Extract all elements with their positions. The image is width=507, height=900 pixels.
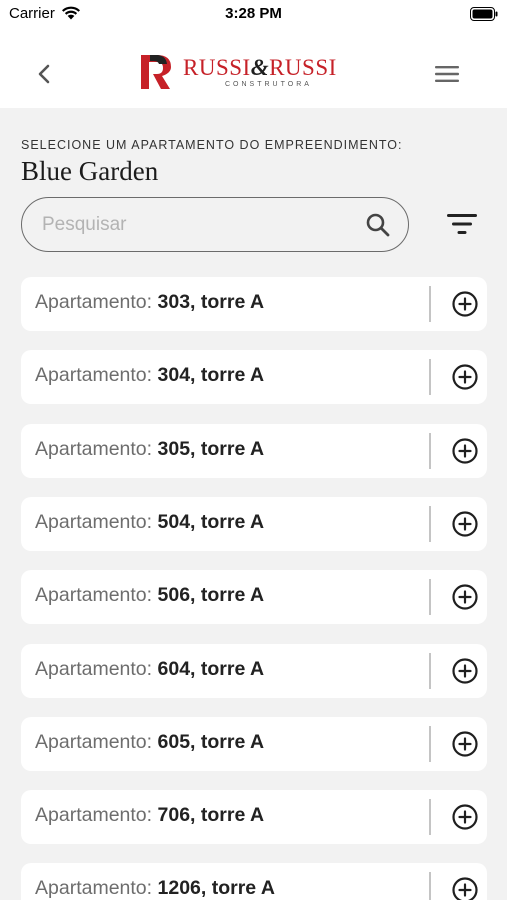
divider: [429, 799, 431, 835]
plus-circle-icon: [452, 584, 478, 610]
apartment-label: Apartamento: 1206, torre A: [35, 877, 275, 900]
apartment-list-item[interactable]: Apartamento: 605, torre A: [21, 717, 487, 771]
apartment-label-prefix: Apartamento:: [35, 584, 153, 606]
apartment-label-prefix: Apartamento:: [35, 877, 153, 899]
apartment-list-item[interactable]: Apartamento: 1206, torre A: [21, 863, 487, 900]
divider: [429, 433, 431, 469]
status-bar: Carrier 3:28 PM: [0, 0, 507, 30]
add-apartment-button[interactable]: [451, 657, 479, 685]
apartment-label: Apartamento: 303, torre A: [35, 291, 264, 314]
divider: [429, 359, 431, 395]
plus-circle-icon: [452, 364, 478, 390]
divider: [429, 286, 431, 322]
add-apartment-button[interactable]: [451, 363, 479, 391]
apartment-number: 303, torre A: [157, 291, 265, 313]
apartment-list-item[interactable]: Apartamento: 604, torre A: [21, 644, 487, 698]
divider: [429, 872, 431, 900]
hamburger-menu-icon: [435, 66, 459, 82]
logo-mark-icon: [141, 55, 171, 89]
add-apartment-button[interactable]: [451, 803, 479, 831]
divider: [429, 506, 431, 542]
apartment-label-prefix: Apartamento:: [35, 364, 153, 386]
add-apartment-button[interactable]: [451, 510, 479, 538]
apartment-label-prefix: Apartamento:: [35, 804, 153, 826]
apartment-number: 1206, torre A: [157, 877, 275, 899]
apartment-label: Apartamento: 504, torre A: [35, 511, 264, 534]
apartment-number: 304, torre A: [157, 364, 265, 386]
apartment-list-item[interactable]: Apartamento: 504, torre A: [21, 497, 487, 551]
add-apartment-button[interactable]: [451, 730, 479, 758]
apartment-number: 605, torre A: [157, 731, 265, 753]
search-icon[interactable]: [365, 212, 391, 238]
add-apartment-button[interactable]: [451, 290, 479, 318]
apartment-number: 604, torre A: [157, 658, 265, 680]
apartment-number: 305, torre A: [157, 438, 265, 460]
apartment-label-prefix: Apartamento:: [35, 731, 153, 753]
plus-circle-icon: [452, 658, 478, 684]
logo-name-right: RUSSI: [269, 55, 337, 80]
apartment-number: 706, torre A: [157, 804, 265, 826]
apartment-list-item[interactable]: Apartamento: 506, torre A: [21, 570, 487, 624]
battery-icon: [470, 7, 498, 25]
apartment-label-prefix: Apartamento:: [35, 438, 153, 460]
logo-name-left: RUSSI: [183, 55, 251, 80]
add-apartment-button[interactable]: [451, 583, 479, 611]
page-subtitle: SELECIONE UM APARTAMENTO DO EMPREENDIMEN…: [21, 138, 403, 152]
plus-circle-icon: [452, 511, 478, 537]
apartment-label: Apartamento: 706, torre A: [35, 804, 264, 827]
filter-icon: [447, 214, 477, 234]
page-title: Blue Garden: [21, 156, 159, 186]
apartment-number: 504, torre A: [157, 511, 265, 533]
add-apartment-button[interactable]: [451, 876, 479, 900]
search-box[interactable]: [21, 197, 409, 252]
divider: [429, 653, 431, 689]
apartment-number: 506, torre A: [157, 584, 265, 606]
clock: 3:28 PM: [225, 5, 282, 22]
logo-ampersand: &: [250, 55, 270, 80]
back-button[interactable]: [30, 60, 58, 88]
logo: RUSSI&RUSSI CONSTRUTORA: [137, 52, 347, 94]
apartment-label-prefix: Apartamento:: [35, 511, 153, 533]
apartment-label: Apartamento: 305, torre A: [35, 438, 264, 461]
filter-button[interactable]: [445, 210, 479, 238]
plus-circle-icon: [452, 804, 478, 830]
add-apartment-button[interactable]: [451, 437, 479, 465]
apartment-list-item[interactable]: Apartamento: 305, torre A: [21, 424, 487, 478]
divider: [429, 726, 431, 762]
chevron-left-icon: [38, 64, 50, 84]
logo-tagline: CONSTRUTORA: [225, 81, 312, 88]
search-input[interactable]: [42, 210, 352, 240]
apartment-label-prefix: Apartamento:: [35, 291, 153, 313]
apartment-list-item[interactable]: Apartamento: 303, torre A: [21, 277, 487, 331]
apartment-label: Apartamento: 605, torre A: [35, 731, 264, 754]
menu-button[interactable]: [433, 61, 461, 87]
apartment-label: Apartamento: 506, torre A: [35, 584, 264, 607]
divider: [429, 579, 431, 615]
apartment-list-item[interactable]: Apartamento: 304, torre A: [21, 350, 487, 404]
apartment-label-prefix: Apartamento:: [35, 658, 153, 680]
apartment-list-item[interactable]: Apartamento: 706, torre A: [21, 790, 487, 844]
plus-circle-icon: [452, 438, 478, 464]
apartment-label: Apartamento: 604, torre A: [35, 658, 264, 681]
plus-circle-icon: [452, 291, 478, 317]
header: RUSSI&RUSSI CONSTRUTORA: [0, 30, 507, 108]
plus-circle-icon: [452, 877, 478, 900]
plus-circle-icon: [452, 731, 478, 757]
apartment-label: Apartamento: 304, torre A: [35, 364, 264, 387]
